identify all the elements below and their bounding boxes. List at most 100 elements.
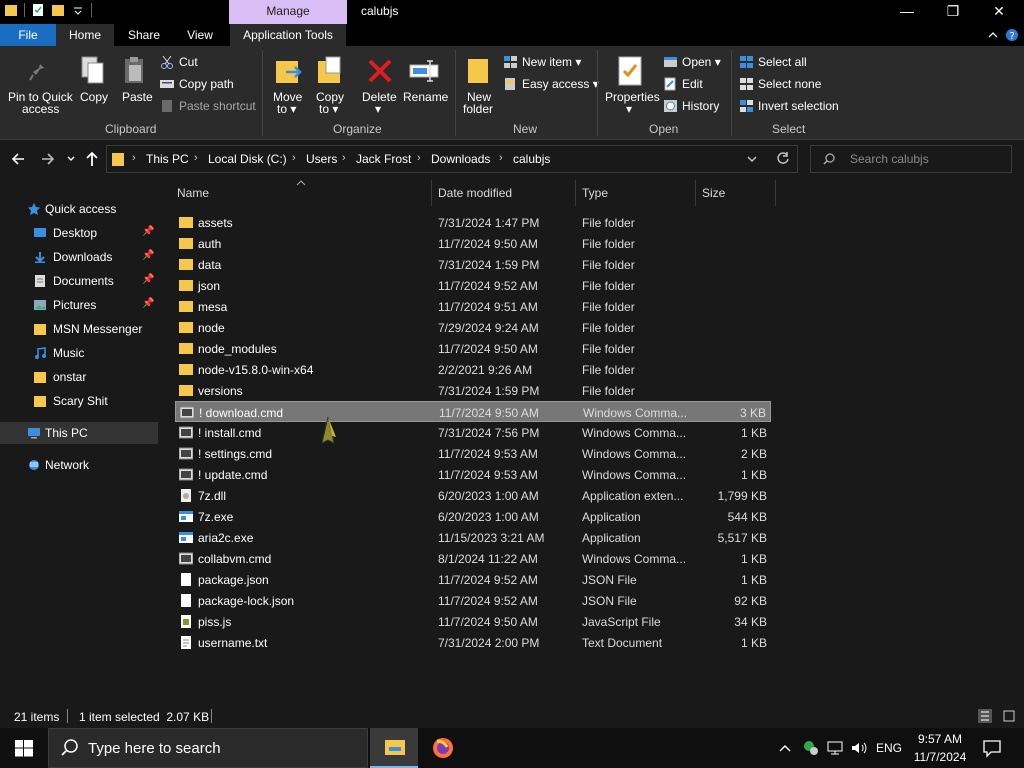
sidebar-item-desktop[interactable]: Desktop 📌: [0, 222, 158, 244]
table-row[interactable]: assets 7/31/2024 1:47 PM File folder: [175, 212, 771, 233]
sidebar-item-documents[interactable]: Documents 📌: [0, 270, 158, 292]
table-row[interactable]: ! download.cmd 11/7/2024 9:50 AM Windows C…: [175, 401, 771, 422]
back-arrow-icon[interactable]: [10, 151, 26, 167]
details-view-icon[interactable]: [978, 709, 992, 723]
invert-selection-icon[interactable]: [739, 99, 754, 113]
table-row[interactable]: auth 11/7/2024 9:50 AM File folder: [175, 233, 771, 254]
chevron-right-icon[interactable]: ›: [132, 152, 136, 164]
table-row[interactable]: mesa 11/7/2024 9:51 AM File folder: [175, 296, 771, 317]
taskbar-file-explorer[interactable]: [370, 728, 418, 768]
maximize-button[interactable]: ❐: [930, 0, 976, 24]
help-icon[interactable]: ?: [986, 27, 1020, 43]
select-none-icon[interactable]: [739, 77, 754, 91]
sidebar-item-pictures[interactable]: Pictures 📌: [0, 294, 158, 316]
sidebar-item-onstar[interactable]: onstar: [0, 366, 158, 388]
easy-access-button[interactable]: Easy access ▾: [522, 77, 599, 91]
edit-button[interactable]: Edit: [682, 77, 703, 91]
column-header-date[interactable]: Date modified: [438, 186, 512, 200]
table-row[interactable]: 7z.dll 6/20/2023 1:00 AM Application exten…: [175, 485, 771, 506]
up-arrow-icon[interactable]: [84, 150, 100, 168]
properties-icon[interactable]: [31, 3, 45, 17]
breadcrumb-downloads[interactable]: Downloads: [431, 152, 490, 166]
easy-access-icon[interactable]: [503, 77, 518, 91]
table-row[interactable]: versions 7/31/2024 1:59 PM File folder: [175, 380, 771, 401]
tab-share[interactable]: Share: [118, 24, 170, 46]
chevron-right-icon[interactable]: ›: [194, 152, 198, 164]
show-hidden-icons-icon[interactable]: [778, 742, 792, 754]
table-row[interactable]: data 7/31/2024 1:59 PM File folder: [175, 254, 771, 275]
breadcrumb-calubjs[interactable]: calubjs: [513, 152, 550, 166]
table-row[interactable]: package.json 11/7/2024 9:52 AM JSON File 1 …: [175, 569, 771, 590]
windows-start-icon[interactable]: [15, 740, 33, 757]
delete-dropdown[interactable]: ▾: [375, 102, 381, 116]
pin-label-2[interactable]: access: [22, 102, 59, 116]
volume-icon[interactable]: [850, 740, 868, 756]
large-icons-view-icon[interactable]: [1002, 709, 1016, 723]
recent-chevron-icon[interactable]: [66, 154, 76, 164]
close-button[interactable]: ✕: [976, 0, 1022, 24]
open-icon[interactable]: [663, 55, 678, 69]
divider[interactable]: [431, 180, 432, 206]
new-folder-button-2[interactable]: folder: [463, 102, 493, 116]
copy-path-icon[interactable]: [160, 77, 174, 91]
address-dropdown-icon[interactable]: [746, 154, 758, 164]
select-all-icon[interactable]: [739, 55, 754, 69]
tab-home[interactable]: Home: [56, 24, 114, 46]
sidebar-item-scary-shit[interactable]: Scary Shit: [0, 390, 158, 412]
chevron-right-icon[interactable]: ›: [499, 152, 503, 164]
sidebar-item-downloads[interactable]: Downloads 📌: [0, 246, 158, 268]
chevron-right-icon[interactable]: ›: [342, 152, 346, 164]
column-header-type[interactable]: Type: [582, 186, 608, 200]
table-row[interactable]: json 11/7/2024 9:52 AM File folder: [175, 275, 771, 296]
minimize-button[interactable]: —: [884, 0, 930, 24]
move-to-button-2[interactable]: to ▾: [277, 102, 296, 116]
table-row[interactable]: collabvm.cmd 8/1/2024 11:22 AM Windows Com…: [175, 548, 771, 569]
customize-chevron-icon[interactable]: [71, 3, 85, 17]
column-header-name[interactable]: Name: [177, 186, 209, 200]
nav-network[interactable]: Network: [0, 454, 158, 476]
history-icon[interactable]: [663, 99, 678, 113]
table-row[interactable]: aria2c.exe 11/15/2023 3:21 AM Application 5…: [175, 527, 771, 548]
table-row[interactable]: ! install.cmd 7/31/2024 7:56 PM Windows Co…: [175, 422, 771, 443]
divider[interactable]: [575, 180, 576, 206]
table-row[interactable]: node 7/29/2024 9:24 AM File folder: [175, 317, 771, 338]
invert-selection-button[interactable]: Invert selection: [758, 99, 839, 113]
delete-icon[interactable]: [366, 57, 394, 85]
clock-time[interactable]: 9:57 AM: [904, 732, 976, 746]
table-row[interactable]: ! settings.cmd 11/7/2024 9:53 AM Windows C…: [175, 443, 771, 464]
properties-button[interactable]: Properties: [605, 90, 660, 104]
table-row[interactable]: piss.js 11/7/2024 9:50 AM JavaScript File 3…: [175, 611, 771, 632]
network-status-icon[interactable]: [826, 740, 844, 756]
rename-button[interactable]: Rename: [403, 90, 448, 104]
nav-this-pc[interactable]: This PC: [0, 422, 158, 444]
select-none-button[interactable]: Select none: [758, 77, 821, 91]
copy-path-button[interactable]: Copy path: [179, 77, 234, 91]
new-item-button[interactable]: New item ▾: [522, 55, 581, 69]
tab-application-tools[interactable]: Application Tools: [230, 24, 346, 46]
edit-icon[interactable]: [663, 77, 678, 91]
cut-icon[interactable]: [160, 55, 174, 69]
pin-icon[interactable]: 📌: [142, 226, 154, 237]
open-button[interactable]: Open ▾: [682, 55, 721, 69]
forward-arrow-icon[interactable]: [40, 151, 56, 167]
nav-quick-access[interactable]: Quick access: [0, 198, 158, 220]
pin-icon[interactable]: 📌: [142, 298, 154, 309]
breadcrumb-users[interactable]: Users: [306, 152, 337, 166]
new-folder-icon[interactable]: [465, 55, 493, 87]
notifications-icon[interactable]: [982, 738, 1002, 758]
pin-icon[interactable]: 📌: [142, 250, 154, 261]
copy-button[interactable]: Copy: [80, 90, 108, 104]
column-header-size[interactable]: Size: [702, 186, 725, 200]
copy-icon[interactable]: [80, 55, 106, 87]
pin-icon[interactable]: 📌: [142, 274, 154, 285]
manage-context-tab[interactable]: Manage: [229, 0, 347, 24]
properties-icon[interactable]: [616, 55, 644, 87]
move-to-icon[interactable]: [274, 55, 304, 87]
table-row[interactable]: node-v15.8.0-win-x64 2/2/2021 9:26 AM File…: [175, 359, 771, 380]
table-row[interactable]: ! update.cmd 11/7/2024 9:53 AM Windows Com…: [175, 464, 771, 485]
tray-app-icon[interactable]: [802, 739, 820, 757]
paste-icon[interactable]: [122, 55, 148, 87]
new-item-icon[interactable]: [503, 55, 518, 69]
table-row[interactable]: 7z.exe 6/20/2023 1:00 AM Application 544 KB: [175, 506, 771, 527]
tab-file[interactable]: File: [0, 24, 56, 46]
